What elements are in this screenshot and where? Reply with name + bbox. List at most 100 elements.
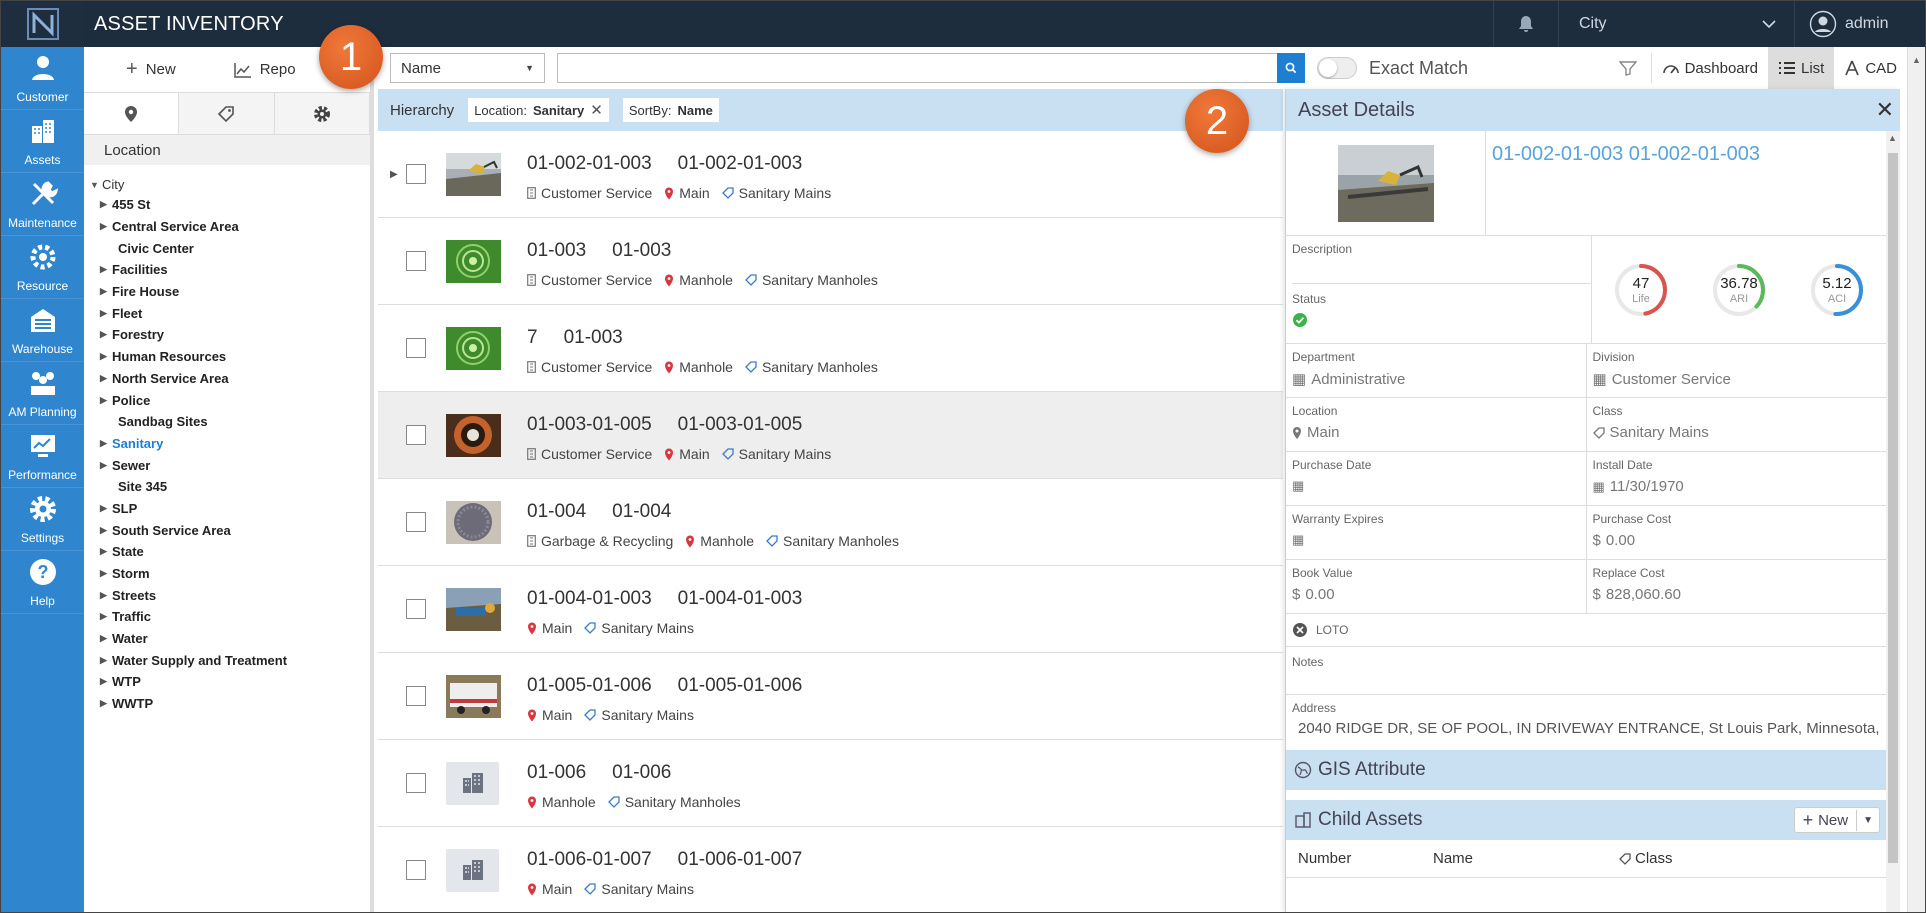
nav-item-amplanning[interactable]: AM Planning: [1, 362, 84, 425]
exact-match-toggle[interactable]: [1317, 57, 1357, 79]
asset-name[interactable]: 01-004-01-003: [678, 588, 803, 610]
asset-id[interactable]: 01-006-01-007: [527, 849, 652, 871]
caret-right-icon[interactable]: ▶: [100, 308, 112, 319]
row-checkbox[interactable]: [406, 251, 426, 271]
col-class[interactable]: Class: [1619, 850, 1673, 867]
row-checkbox[interactable]: [406, 164, 426, 184]
notifications-button[interactable]: [1494, 14, 1558, 34]
list-item[interactable]: 01-006 01-006 Manhole Sanitary Manholes: [378, 740, 1283, 827]
tree-node[interactable]: ▶ WWTP: [86, 693, 370, 715]
caret-right-icon[interactable]: ▶: [100, 438, 112, 449]
child-new-button[interactable]: + New: [1795, 809, 1858, 831]
nav-item-settings[interactable]: Settings: [1, 488, 84, 551]
caret-right-icon[interactable]: ▶: [100, 329, 112, 340]
col-name[interactable]: Name: [1421, 850, 1619, 867]
row-checkbox[interactable]: [406, 860, 426, 880]
asset-id[interactable]: 01-006: [527, 762, 586, 784]
asset-id[interactable]: 01-002-01-003: [527, 153, 652, 175]
asset-name[interactable]: 01-006: [612, 762, 671, 784]
asset-name[interactable]: 01-005-01-006: [678, 675, 803, 697]
search-field-select[interactable]: Name ▼: [390, 53, 545, 83]
asset-name[interactable]: 01-002-01-003: [678, 153, 803, 175]
asset-title-link[interactable]: 01-002-01-003 01-002-01-003: [1486, 131, 1760, 235]
list-item[interactable]: 01-003 01-003 Customer Service Manhole Sanit…: [378, 218, 1283, 305]
nav-item-maintenance[interactable]: Maintenance: [1, 173, 84, 236]
list-item[interactable]: 01-003-01-005 01-003-01-005 Customer Servi…: [378, 392, 1283, 479]
tree-node[interactable]: ▶ 455 St: [86, 194, 370, 216]
caret-right-icon[interactable]: ▶: [100, 590, 112, 601]
tree-node[interactable]: ▶ Central Service Area: [86, 216, 370, 238]
filter-button[interactable]: [1605, 47, 1651, 89]
asset-id[interactable]: 01-004-01-003: [527, 588, 652, 610]
tree-node[interactable]: ▶ WTP: [86, 671, 370, 693]
nav-item-warehouse[interactable]: Warehouse: [1, 299, 84, 362]
user-menu[interactable]: admin: [1795, 10, 1925, 38]
asset-thumbnail[interactable]: [446, 413, 501, 457]
nav-item-help[interactable]: ? Help: [1, 551, 84, 614]
search-button[interactable]: [1277, 53, 1305, 83]
asset-thumbnail[interactable]: [446, 674, 501, 718]
asset-id[interactable]: 01-004: [527, 501, 586, 523]
scroll-thumb[interactable]: [1888, 153, 1898, 863]
scroll-up-icon[interactable]: ▲: [1888, 133, 1897, 143]
asset-id[interactable]: 01-003: [527, 240, 586, 262]
calendar-icon[interactable]: ▦: [1292, 532, 1304, 548]
nav-item-assets[interactable]: Assets: [1, 110, 84, 173]
nav-item-resource[interactable]: Resource: [1, 236, 84, 299]
asset-thumbnail[interactable]: [446, 152, 501, 196]
row-checkbox[interactable]: [406, 599, 426, 619]
list-item[interactable]: ▶ 01-002-01-003 01-002-01-003 Customer Serv…: [378, 131, 1283, 218]
tree-root[interactable]: ▼ City: [86, 175, 370, 194]
report-button[interactable]: Repo: [176, 61, 296, 78]
asset-name[interactable]: 01-006-01-007: [678, 849, 803, 871]
details-scrollbar[interactable]: ▲: [1886, 131, 1900, 912]
caret-right-icon[interactable]: ▶: [390, 169, 398, 180]
asset-name[interactable]: 01-003-01-005: [678, 414, 803, 436]
hierarchy-label[interactable]: Hierarchy: [390, 102, 454, 119]
asset-thumbnail[interactable]: [446, 587, 501, 631]
tab-location[interactable]: [84, 93, 180, 134]
caret-right-icon[interactable]: ▶: [100, 460, 112, 471]
search-input[interactable]: [557, 53, 1277, 83]
tab-tags[interactable]: [179, 93, 275, 134]
tree-node[interactable]: ▶ Sanitary: [86, 433, 370, 455]
tree-node[interactable]: ▶ SLP: [86, 498, 370, 520]
asset-id[interactable]: 7: [527, 327, 538, 349]
list-view-button[interactable]: List: [1767, 47, 1835, 89]
row-checkbox[interactable]: [406, 512, 426, 532]
row-checkbox[interactable]: [406, 686, 426, 706]
sortby-chip[interactable]: SortBy: Name: [622, 98, 719, 122]
caret-right-icon[interactable]: ▶: [100, 221, 112, 232]
tree-node[interactable]: ▶ Human Resources: [86, 346, 370, 368]
asset-thumbnail[interactable]: [446, 761, 499, 805]
tree-node[interactable]: ▶ Traffic: [86, 606, 370, 628]
list-item[interactable]: 01-004 01-004 Garbage & Recycling Manhole Sa…: [378, 479, 1283, 566]
tree-node[interactable]: ▶ Sewer: [86, 454, 370, 476]
caret-right-icon[interactable]: ▶: [100, 199, 112, 210]
caret-right-icon[interactable]: ▶: [100, 633, 112, 644]
calendar-icon[interactable]: ▦: [1292, 478, 1304, 494]
asset-name[interactable]: 01-004: [612, 501, 671, 523]
tree-node[interactable]: ▶ South Service Area: [86, 519, 370, 541]
list-item[interactable]: 01-004-01-003 01-004-01-003 Main Sanitary M…: [378, 566, 1283, 653]
tree-node[interactable]: ▶Civic Center: [86, 237, 370, 259]
tree-node[interactable]: ▶ Fire House: [86, 281, 370, 303]
city-select[interactable]: City: [1559, 15, 1794, 33]
caret-right-icon[interactable]: ▶: [100, 546, 112, 557]
list-item[interactable]: 01-006-01-007 01-006-01-007 Main Sanitary M…: [378, 827, 1283, 912]
asset-id[interactable]: 01-005-01-006: [527, 675, 652, 697]
tree-node[interactable]: ▶ Streets: [86, 584, 370, 606]
caret-right-icon[interactable]: ▶: [100, 351, 112, 362]
asset-name[interactable]: 01-003: [564, 327, 623, 349]
tree-node[interactable]: ▶ Water Supply and Treatment: [86, 649, 370, 671]
tree-node[interactable]: ▶ Police: [86, 389, 370, 411]
caret-right-icon[interactable]: ▶: [100, 395, 112, 406]
asset-thumbnail[interactable]: [446, 500, 501, 544]
list-item[interactable]: 01-005-01-006 01-005-01-006 Main Sanitary M…: [378, 653, 1283, 740]
asset-id[interactable]: 01-003-01-005: [527, 414, 652, 436]
caret-right-icon[interactable]: ▶: [100, 568, 112, 579]
tab-settings[interactable]: [274, 93, 370, 134]
tree-node[interactable]: ▶ Water: [86, 628, 370, 650]
asset-thumbnail[interactable]: [446, 326, 501, 370]
row-checkbox[interactable]: [406, 425, 426, 445]
